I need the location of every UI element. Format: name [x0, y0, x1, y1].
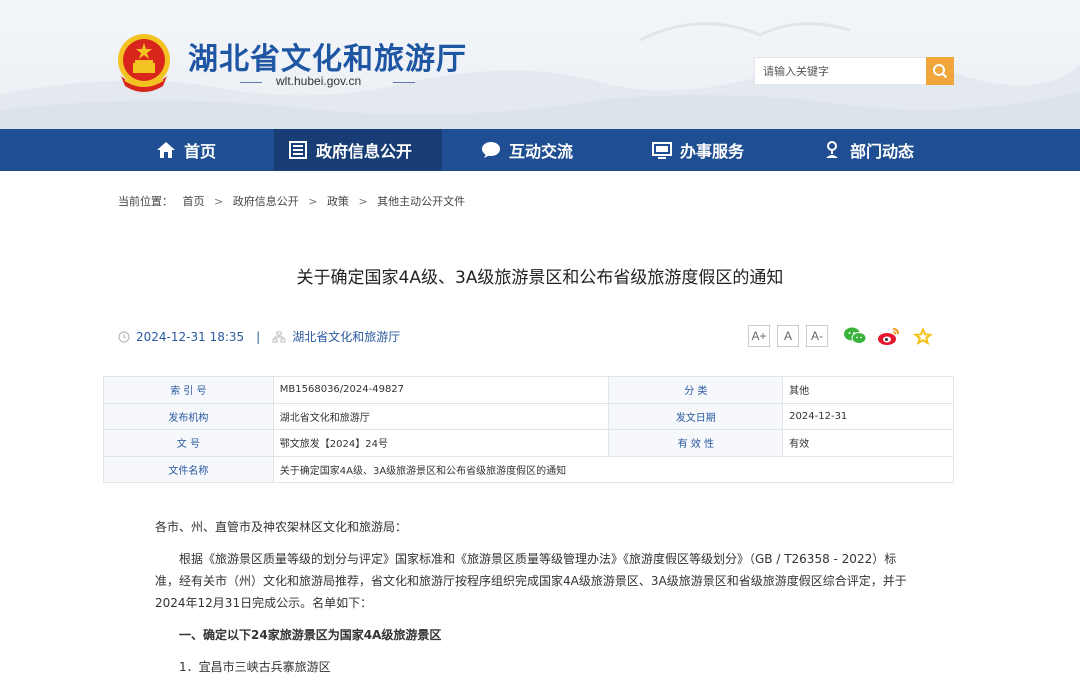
font-increase-button[interactable]: A+ — [748, 325, 770, 347]
site-url-group: wlt.hubei.gov.cn — [240, 74, 415, 90]
search-button[interactable] — [926, 57, 954, 85]
article-body: 各市、州、直管市及神农架林区文化和旅游局： 根据《旅游景区质量等级的划分与评定》… — [155, 516, 907, 684]
nav-label: 办事服务 — [680, 142, 745, 161]
nav-label: 首页 — [184, 142, 217, 161]
breadcrumb-other-files[interactable]: 其他主动公开文件 — [377, 195, 465, 208]
greeting: 各市、州、直管市及神农架林区文化和旅游局： — [155, 520, 408, 534]
meta-separator: | — [256, 329, 261, 344]
nav-item-home[interactable]: 首页 — [142, 129, 262, 171]
nav-label: 互动交流 — [509, 142, 574, 161]
date-value: 2024-12-31 — [782, 402, 954, 430]
breadcrumb-separator: > — [214, 195, 224, 208]
breadcrumb-prefix: 当前位置： — [118, 195, 173, 208]
divider-line — [393, 82, 415, 83]
index-label: 索 引 号 — [103, 376, 274, 404]
organization-icon — [272, 331, 286, 342]
nav-item-gov-info[interactable]: 政府信息公开 — [274, 129, 442, 171]
nav-item-services[interactable]: 办事服务 — [638, 129, 768, 171]
clock-icon — [118, 330, 130, 343]
article-meta: 2024-12-31 18:35 | 湖北省文化和旅游厅 — [118, 328, 400, 345]
breadcrumb-separator: > — [358, 195, 368, 208]
index-value: MB1568036/2024-49827 — [272, 376, 610, 404]
section-heading: 一、确定以下24家旅游景区为国家4A级旅游景区 — [179, 628, 442, 642]
document-list-icon — [289, 141, 307, 159]
validity-label: 有 效 性 — [608, 429, 784, 457]
date-label: 发文日期 — [608, 402, 784, 430]
pin-person-icon — [826, 141, 838, 158]
share-weibo-button[interactable] — [877, 325, 901, 347]
star-icon — [913, 327, 933, 345]
weibo-icon — [878, 328, 899, 345]
article-title: 关于确定国家4A级、3A级旅游景区和公布省级旅游度假区的通知 — [296, 268, 784, 288]
document-info-table: 索 引 号 MB1568036/2024-49827 分 类 其他 发布机构 湖… — [103, 376, 955, 483]
national-emblem-icon — [118, 34, 170, 92]
breadcrumb: 当前位置： 首页 > 政府信息公开 > 政策 > 其他主动公开文件 — [118, 193, 465, 209]
site-header: 湖北省文化和旅游厅 wlt.hubei.gov.cn — [0, 0, 1080, 129]
share-wechat-button[interactable] — [843, 325, 867, 347]
category-label: 分 类 — [608, 376, 784, 404]
validity-value: 有效 — [782, 429, 954, 457]
breadcrumb-separator: > — [308, 195, 318, 208]
favorite-button[interactable] — [911, 325, 935, 347]
publisher: 湖北省文化和旅游厅 — [292, 330, 401, 344]
issuer-value: 湖北省文化和旅游厅 — [272, 402, 610, 430]
breadcrumb-policy[interactable]: 政策 — [327, 195, 349, 208]
docno-value: 鄂文旅发【2024】24号 — [272, 429, 610, 457]
publish-datetime: 2024-12-31 18:35 — [136, 329, 245, 344]
filename-label: 文件名称 — [103, 455, 274, 483]
search-icon — [933, 64, 948, 79]
nav-label: 政府信息公开 — [316, 142, 413, 161]
font-decrease-button[interactable]: A- — [806, 325, 828, 347]
search-input[interactable] — [754, 57, 926, 85]
breadcrumb-gov-info[interactable]: 政府信息公开 — [233, 195, 299, 208]
home-icon — [157, 142, 175, 158]
table-row: 发布机构 湖北省文化和旅游厅 发文日期 2024-12-31 — [103, 402, 954, 430]
list-item: 1．宜昌市三峡古兵寨旅游区 — [179, 660, 331, 674]
paragraph: 根据《旅游景区质量等级的划分与评定》国家标准和《旅游景区质量等级管理办法》《旅游… — [155, 552, 907, 610]
table-row: 索 引 号 MB1568036/2024-49827 分 类 其他 — [103, 376, 954, 404]
breadcrumb-home[interactable]: 首页 — [183, 195, 205, 208]
issuer-label: 发布机构 — [103, 402, 274, 430]
nav-label: 部门动态 — [850, 142, 915, 161]
nav-item-interaction[interactable]: 互动交流 — [467, 129, 597, 171]
site-title: 湖北省文化和旅游厅 — [188, 42, 467, 77]
chat-bubble-icon — [482, 142, 500, 158]
divider-line — [240, 82, 262, 83]
filename-value: 关于确定国家4A级、3A级旅游景区和公布省级旅游度假区的通知 — [272, 455, 955, 483]
font-default-button[interactable]: A — [777, 325, 799, 347]
nav-item-dept-news[interactable]: 部门动态 — [808, 129, 938, 171]
category-value: 其他 — [782, 376, 954, 404]
main-nav: 首页 政府信息公开 互动交流 办事服务 部门动态 — [0, 129, 1080, 171]
wechat-icon — [844, 327, 867, 344]
monitor-icon — [652, 142, 672, 159]
table-row: 文 号 鄂文旅发【2024】24号 有 效 性 有效 — [103, 429, 954, 457]
docno-label: 文 号 — [103, 429, 274, 457]
table-row: 文件名称 关于确定国家4A级、3A级旅游景区和公布省级旅游度假区的通知 — [103, 455, 955, 483]
site-url: wlt.hubei.gov.cn — [276, 74, 362, 88]
